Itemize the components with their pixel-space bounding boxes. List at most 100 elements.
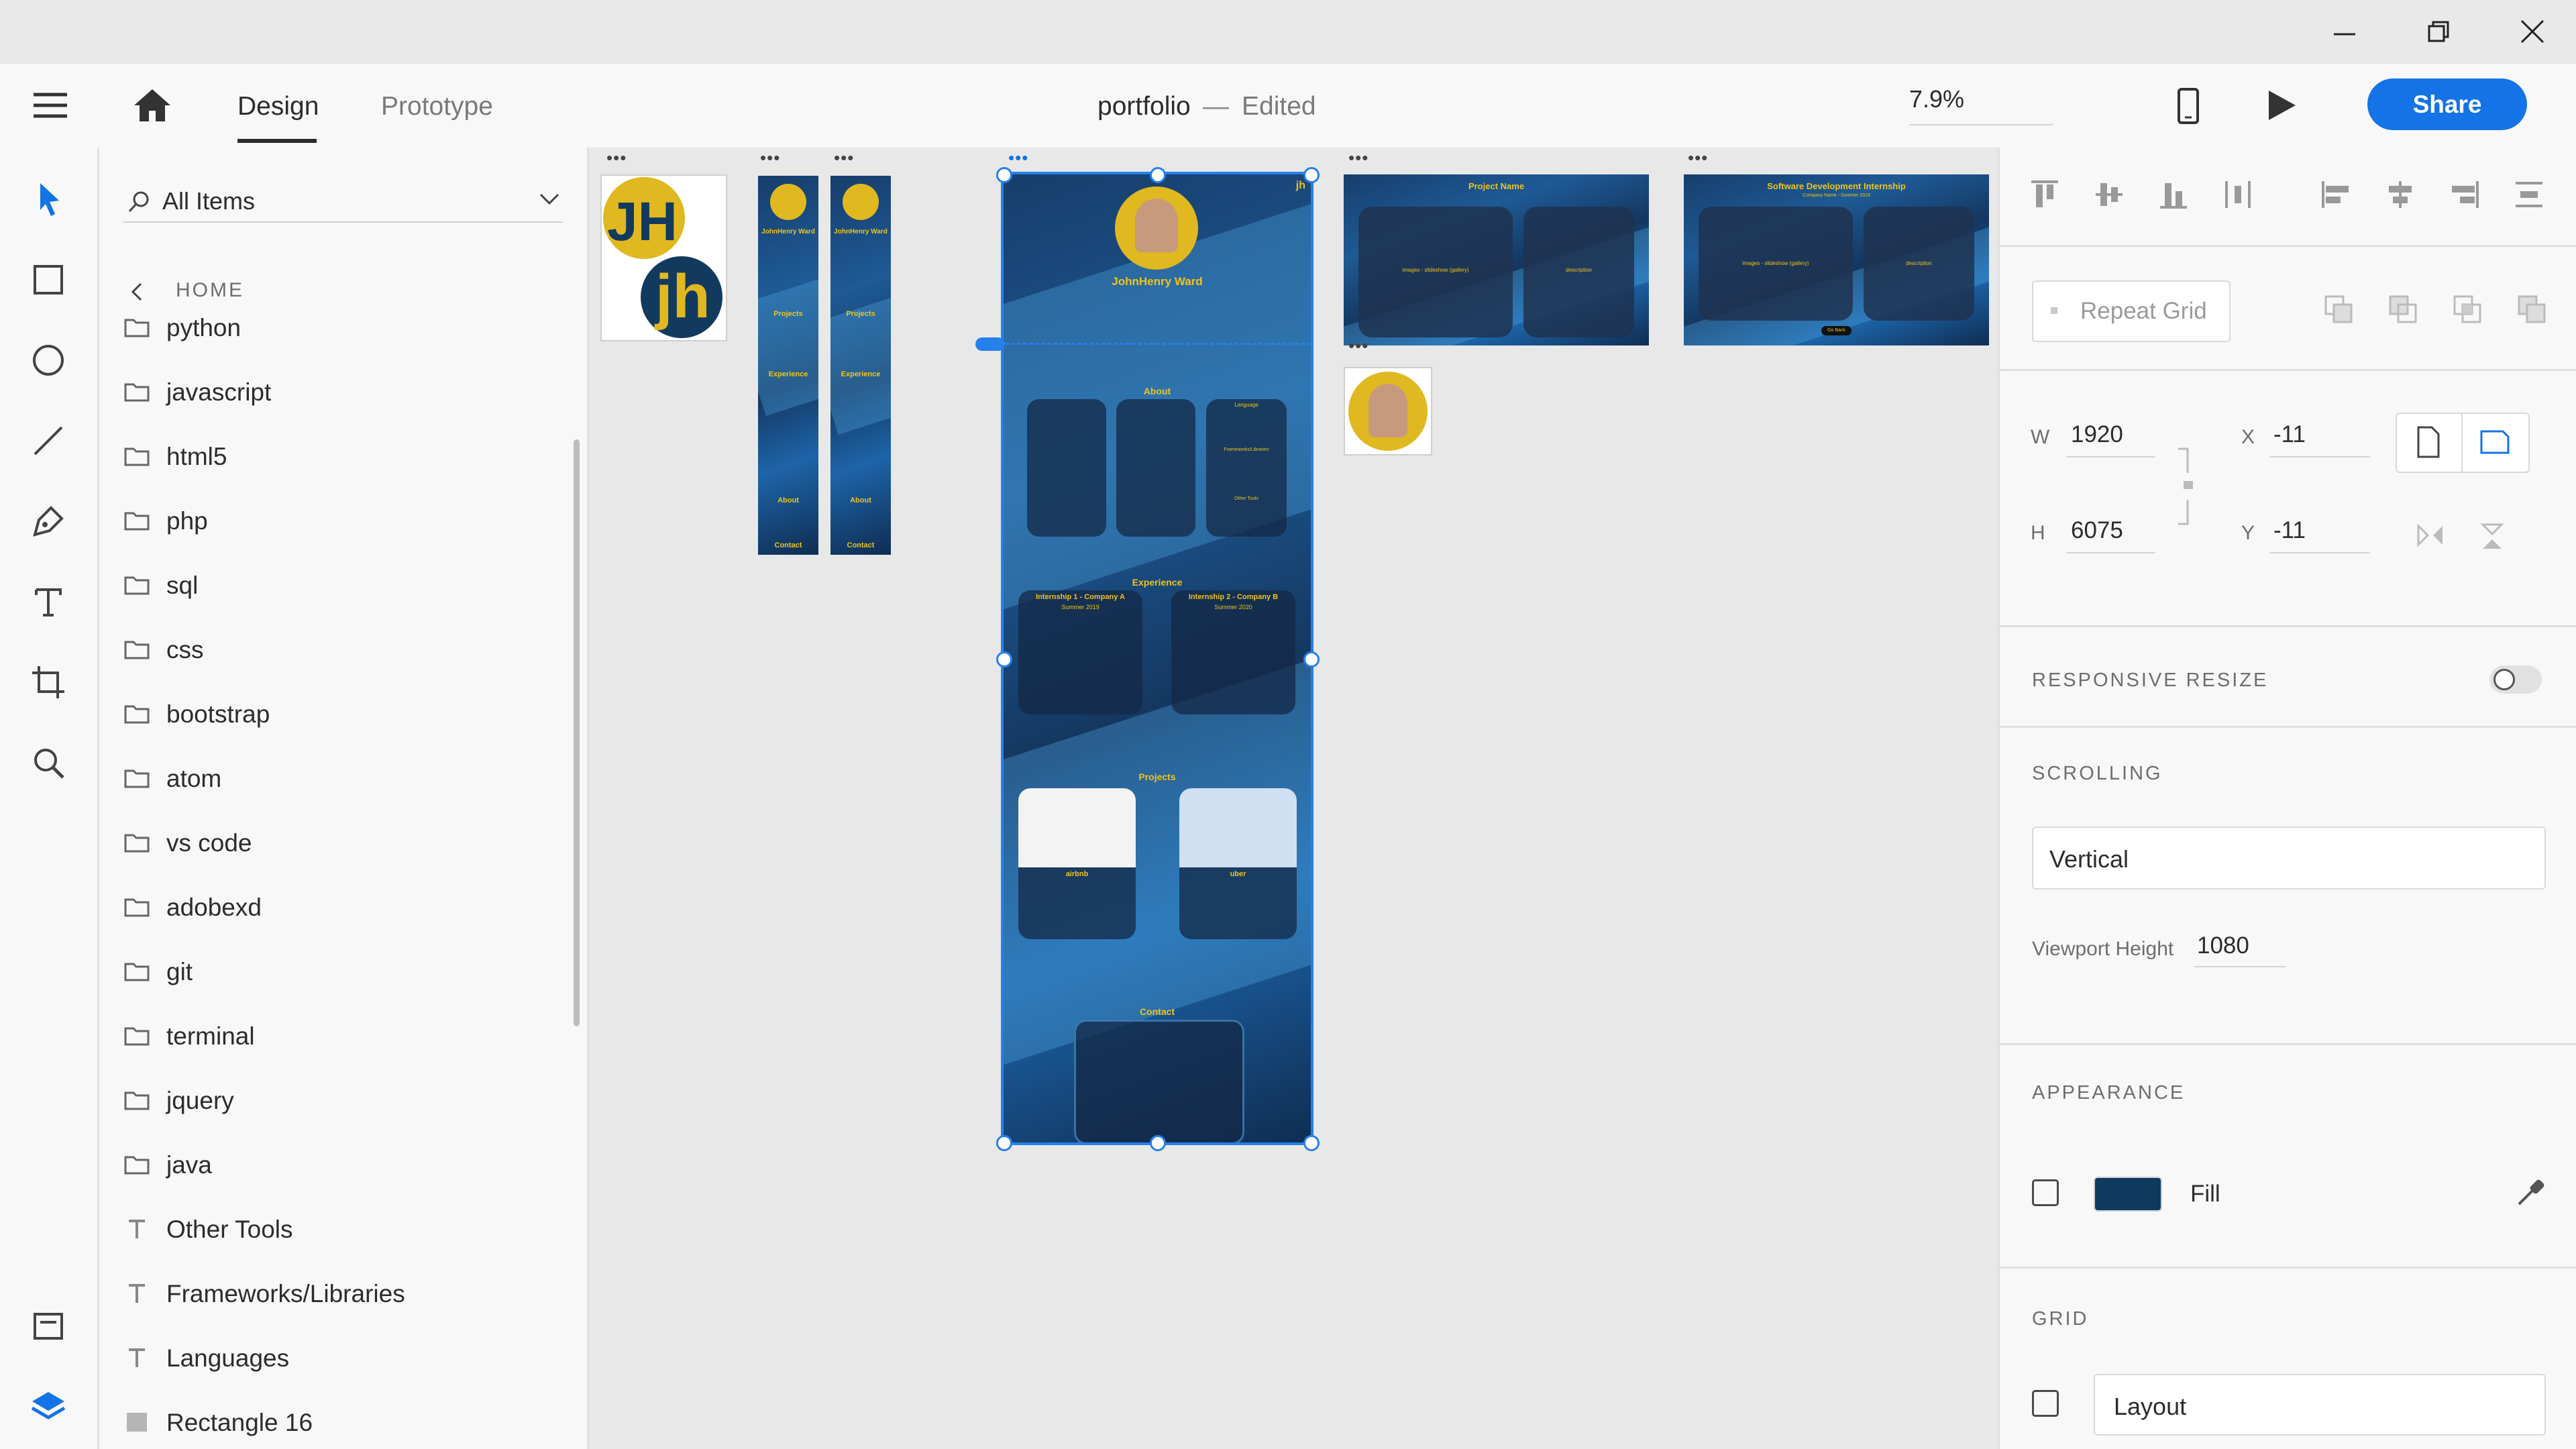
- home-icon[interactable]: [134, 89, 170, 121]
- align-bottom-icon[interactable]: [2157, 178, 2190, 211]
- artboard-menu-dots[interactable]: •••: [834, 148, 854, 168]
- asset-item-java[interactable]: java: [123, 1146, 553, 1186]
- asset-item-css[interactable]: css: [123, 631, 553, 671]
- artboard-icon[interactable]: [27, 661, 70, 704]
- align-middle-icon[interactable]: [2092, 178, 2126, 211]
- select-icon[interactable]: [27, 178, 70, 221]
- flip-horizontal-icon[interactable]: [2416, 523, 2445, 547]
- resize-handle[interactable]: [1303, 1135, 1320, 1151]
- tab-prototype[interactable]: Prototype: [381, 92, 493, 121]
- share-button[interactable]: Share: [2367, 78, 2527, 130]
- fill-checkbox[interactable]: [2032, 1179, 2059, 1206]
- resize-handle[interactable]: [996, 651, 1012, 667]
- mobile-artboard-1[interactable]: JohnHenry Ward Projects Experience About…: [758, 176, 818, 555]
- asset-item-git[interactable]: git: [123, 953, 553, 993]
- distribute-vertical-icon[interactable]: [2221, 178, 2255, 211]
- height-field[interactable]: 6075: [2067, 512, 2155, 553]
- avatar-artboard[interactable]: [1344, 367, 1432, 455]
- pen-icon[interactable]: [27, 500, 70, 543]
- asset-item-php[interactable]: php: [123, 502, 553, 542]
- play-preview-icon[interactable]: [2267, 89, 2297, 121]
- y-field[interactable]: -11: [2269, 512, 2370, 553]
- artboard-menu-dots[interactable]: •••: [1008, 148, 1028, 168]
- zoom-level-field[interactable]: 7.9%: [1909, 85, 2053, 125]
- boolean-exclude-icon[interactable]: [2516, 294, 2547, 325]
- align-top-icon[interactable]: [2028, 178, 2061, 211]
- mobile-artboard-2[interactable]: JohnHenry Ward Projects Experience About…: [830, 176, 891, 555]
- zoom-icon[interactable]: [27, 741, 70, 784]
- tab-design[interactable]: Design: [237, 92, 319, 121]
- viewport-height-field[interactable]: 1080: [2194, 926, 2286, 967]
- internship-template-artboard[interactable]: Software Development Internship Company …: [1684, 174, 1989, 345]
- internship-title: Software Development Internship: [1767, 181, 1906, 191]
- minimize-button[interactable]: [2304, 7, 2385, 57]
- width-field[interactable]: 1920: [2067, 416, 2155, 458]
- description-box: description: [1864, 207, 1974, 321]
- assets-filter-dropdown[interactable]: All Items: [123, 178, 563, 223]
- asset-item-languages[interactable]: Languages: [123, 1339, 553, 1379]
- asset-item-rectangle-16[interactable]: Rectangle 16: [123, 1403, 553, 1444]
- x-field[interactable]: -11: [2269, 416, 2370, 458]
- artboard-menu-dots[interactable]: •••: [606, 148, 627, 168]
- artboard-menu-dots[interactable]: •••: [1348, 335, 1368, 356]
- artboard-menu-dots[interactable]: •••: [760, 148, 780, 168]
- resize-handle[interactable]: [1150, 1135, 1166, 1151]
- asset-item-vs-code[interactable]: vs code: [123, 824, 553, 864]
- text-icon[interactable]: [27, 580, 70, 623]
- repeat-grid-button[interactable]: Repeat Grid: [2032, 280, 2231, 342]
- align-left-icon[interactable]: [2319, 178, 2353, 211]
- resize-handle[interactable]: [1303, 167, 1320, 183]
- assets-panel-icon[interactable]: [27, 1305, 70, 1348]
- fill-color-swatch[interactable]: [2094, 1177, 2162, 1212]
- asset-item-python[interactable]: python: [123, 309, 553, 349]
- design-canvas[interactable]: ••• JH jh ••• ••• JohnHenry Ward Project…: [589, 148, 1998, 1449]
- asset-item-html5[interactable]: html5: [123, 437, 553, 478]
- align-right-icon[interactable]: [2448, 178, 2481, 211]
- layers-icon[interactable]: [27, 1385, 70, 1428]
- artboard-menu-dots[interactable]: •••: [1348, 148, 1368, 168]
- responsive-resize-toggle[interactable]: [2489, 665, 2542, 694]
- orientation-toggle[interactable]: [2396, 413, 2530, 473]
- line-icon[interactable]: [27, 419, 70, 462]
- distribute-horizontal-icon[interactable]: [2512, 178, 2546, 211]
- ellipse-icon[interactable]: [27, 339, 70, 382]
- asset-item-bootstrap[interactable]: bootstrap: [123, 695, 553, 735]
- asset-item-terminal[interactable]: terminal: [123, 1017, 553, 1057]
- project-template-artboard[interactable]: Project Name images - slideshow (gallery…: [1344, 174, 1649, 345]
- eyedropper-icon[interactable]: [2515, 1177, 2546, 1208]
- back-chevron-icon[interactable]: [130, 282, 144, 302]
- lock-aspect-icon[interactable]: [2176, 446, 2196, 527]
- asset-item-adobexd[interactable]: adobexd: [123, 888, 553, 928]
- assets-scrollbar[interactable]: [574, 439, 580, 1026]
- scrolling-dropdown[interactable]: Vertical: [2032, 826, 2546, 890]
- mobile-preview-icon[interactable]: [2177, 87, 2200, 125]
- breadcrumb[interactable]: HOME: [176, 279, 244, 302]
- restore-button[interactable]: [2398, 7, 2479, 57]
- asset-item-frameworks-libraries[interactable]: Frameworks/Libraries: [123, 1275, 553, 1315]
- asset-item-javascript[interactable]: javascript: [123, 373, 553, 413]
- boolean-add-icon[interactable]: [2323, 294, 2354, 325]
- viewport-height-handle[interactable]: [975, 337, 1005, 351]
- resize-handle[interactable]: [996, 1135, 1012, 1151]
- artboard-menu-dots[interactable]: •••: [1688, 148, 1708, 168]
- resize-handle[interactable]: [1150, 167, 1166, 183]
- resize-handle[interactable]: [1303, 651, 1320, 667]
- grid-type-dropdown[interactable]: Layout: [2094, 1374, 2546, 1436]
- boolean-subtract-icon[interactable]: [2387, 294, 2418, 325]
- portrait-icon[interactable]: [2416, 426, 2441, 458]
- hamburger-menu-icon[interactable]: [34, 92, 67, 119]
- boolean-intersect-icon[interactable]: [2452, 294, 2483, 325]
- asset-item-jquery[interactable]: jquery: [123, 1081, 553, 1122]
- landscape-icon[interactable]: [2479, 429, 2511, 455]
- grid-checkbox[interactable]: [2032, 1390, 2059, 1417]
- logo-artboard[interactable]: JH jh: [600, 174, 727, 341]
- asset-item-other-tools[interactable]: Other Tools: [123, 1210, 553, 1250]
- scrolling-label: SCROLLING: [2032, 763, 2163, 784]
- rectangle-icon[interactable]: [27, 258, 70, 301]
- close-window-button[interactable]: [2492, 7, 2573, 57]
- flip-vertical-icon[interactable]: [2480, 522, 2504, 551]
- asset-item-atom[interactable]: atom: [123, 759, 553, 800]
- asset-item-sql[interactable]: sql: [123, 566, 553, 606]
- align-center-icon[interactable]: [2383, 178, 2417, 211]
- resize-handle[interactable]: [996, 167, 1012, 183]
